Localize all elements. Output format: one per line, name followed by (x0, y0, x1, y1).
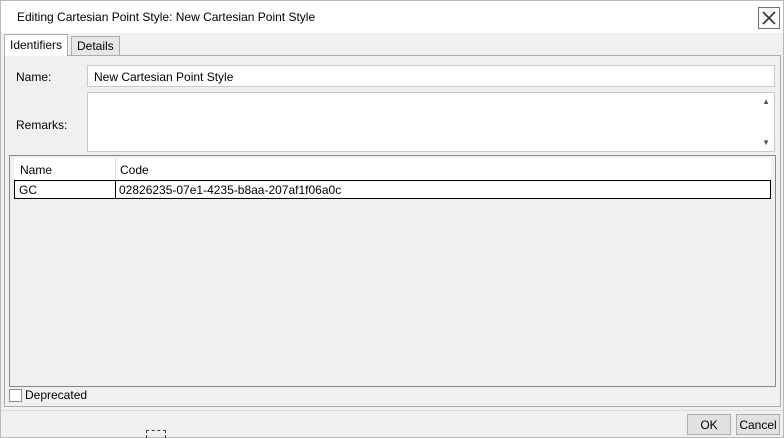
grid-header: Name Code (14, 158, 771, 181)
cell-code[interactable]: 02826235-07e1-4235-b8aa-207af1f06a0c (119, 183, 341, 197)
cancel-button[interactable]: Cancel (736, 414, 780, 435)
column-header-name[interactable]: Name (20, 163, 52, 177)
footer-divider (1, 410, 783, 411)
window-title: Editing Cartesian Point Style: New Carte… (17, 10, 316, 24)
scroll-up-icon[interactable]: ▲ (762, 97, 770, 106)
cell-name[interactable]: GC (19, 183, 37, 197)
identifiers-grid: Name Code GC 02826235-07e1-4235-b8aa-207… (9, 155, 776, 387)
title-bar: Editing Cartesian Point Style: New Carte… (1, 1, 783, 33)
remarks-label: Remarks: (16, 118, 68, 132)
column-divider[interactable] (115, 158, 116, 180)
remarks-field[interactable]: ▲ ▼ (87, 92, 775, 152)
table-row[interactable]: GC 02826235-07e1-4235-b8aa-207af1f06a0c (14, 180, 771, 199)
ok-button[interactable]: OK (687, 414, 731, 435)
tab-identifiers[interactable]: Identifiers (4, 34, 69, 56)
dialog-window: Editing Cartesian Point Style: New Carte… (0, 0, 784, 438)
close-icon (762, 11, 776, 25)
close-button[interactable] (758, 7, 780, 29)
name-field[interactable]: New Cartesian Point Style (87, 65, 775, 87)
cell-divider (115, 181, 116, 198)
column-header-code[interactable]: Code (120, 163, 149, 177)
deprecated-label[interactable]: Deprecated (25, 388, 87, 402)
scroll-down-icon[interactable]: ▼ (762, 138, 770, 147)
tab-details[interactable]: Details (71, 36, 120, 55)
deprecated-checkbox[interactable] (9, 389, 22, 402)
name-label: Name: (16, 70, 52, 84)
focus-outline (146, 430, 166, 438)
